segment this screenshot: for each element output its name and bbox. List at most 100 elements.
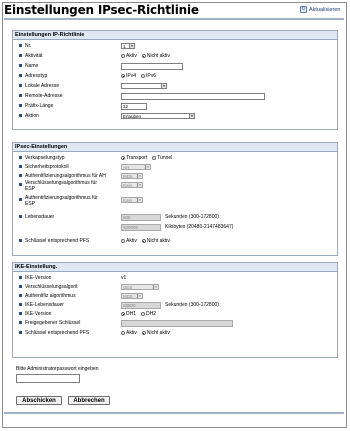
action-select[interactable]: Erlauben ▼ (121, 113, 195, 119)
transport-radio[interactable] (121, 156, 125, 160)
encap-label: Verkapselungstyp (25, 155, 65, 161)
local-address-select[interactable]: ▼ (121, 83, 167, 89)
ipv4-radio[interactable] (121, 74, 125, 78)
policy-section-heading: Einstellungen IP-Richtlinie (13, 31, 337, 40)
bullet-icon (19, 54, 22, 57)
bullet-icon (19, 215, 22, 218)
no-label: Nr. (25, 43, 32, 49)
row-activity: Aktivität Aktiv Nicht aktiv (13, 52, 337, 60)
bullet-icon (19, 156, 22, 159)
name-input[interactable] (121, 62, 183, 70)
dh2-radio[interactable] (141, 312, 146, 316)
remote-address-label: Remote-Adresse (25, 93, 63, 99)
bullet-icon (19, 165, 22, 168)
bullet-icon (19, 44, 22, 47)
address-type-label: Adresstyp (25, 73, 48, 79)
protocol-select[interactable]: AH ▼ (121, 164, 151, 170)
activity-label: Aktivität (25, 53, 43, 59)
auth-esp-label: Authentifizierungsalgorithmus für ESP (25, 195, 98, 207)
ike-ke-label: IKE-Version (25, 311, 52, 317)
ipsec-pfs-active-radio[interactable] (121, 239, 125, 243)
ike-enc-label: Verschlüsselungsalgorit (25, 284, 78, 290)
ike-lifetime-input[interactable]: 28800 (121, 301, 161, 309)
activity-active-radio[interactable] (121, 54, 125, 58)
password-input[interactable] (16, 374, 80, 383)
row-address-type: Adresstyp IPv4 IPv6 (13, 72, 337, 80)
ike-auth-label: Authentifiz algorithmus (25, 293, 76, 299)
password-label: Bitte Administratorpasswort eingeben (16, 366, 99, 372)
row-ike-ke: IKE-Version DH1 DH2 (13, 310, 337, 318)
row-ike-auth: Authentifiz algorithmus MD5 ▼ (13, 292, 337, 300)
row-action: Aktion Erlauben ▼ (13, 112, 337, 120)
ike-lifetime-note: Sekunden (300-172800) (165, 302, 219, 308)
ike-enc-select[interactable]: DES ▼ (121, 284, 159, 290)
bullet-icon (19, 84, 22, 87)
bullet-icon (19, 303, 22, 306)
bullet-icon (19, 64, 22, 67)
bullet-icon (19, 183, 22, 186)
row-ike-pfs: Schlüssel entsprechend PFS Aktiv Nicht a… (13, 329, 337, 337)
chevron-down-icon: ▼ (145, 164, 150, 169)
lifetime-seconds-input[interactable]: 600 (121, 213, 161, 221)
row-no: Nr. 1 ▼ (13, 42, 337, 50)
bullet-icon (19, 239, 22, 242)
activity-inactive-radio[interactable] (141, 54, 146, 58)
row-remote-address: Remote-Adresse (13, 92, 337, 100)
bullet-icon (19, 198, 22, 201)
ipsec-pfs-inactive-radio[interactable] (141, 239, 146, 243)
chevron-down-icon: ▼ (153, 284, 158, 289)
bullet-icon (19, 276, 22, 279)
chevron-down-icon: ▼ (137, 173, 142, 178)
bullet-icon (19, 285, 22, 288)
auth-esp-select[interactable]: Kein ▼ (121, 197, 143, 203)
row-name: Name (13, 62, 337, 70)
bullet-icon (19, 174, 22, 177)
tunnel-radio[interactable] (152, 156, 157, 160)
auth-ah-label: Authentifizierungsalgorithmus für AH (25, 173, 106, 179)
enc-esp-select[interactable]: Kein ▼ (121, 182, 143, 188)
bullet-icon (19, 104, 22, 107)
ike-section-heading: IKE-Einstellung. (13, 263, 337, 272)
bullet-icon (19, 114, 22, 117)
no-select[interactable]: 1 ▼ (121, 43, 135, 49)
ike-auth-select[interactable]: MD5 ▼ (121, 293, 143, 299)
lifetime-kb-input[interactable]: 100000 (121, 223, 161, 231)
chevron-down-icon: ▼ (137, 182, 142, 187)
ike-pfs-active-radio[interactable] (121, 331, 125, 335)
row-lifetime: Lebensdauer 600 Sekunden (300-172800) (13, 213, 337, 221)
prefix-label: Präfix-Länge (25, 103, 54, 109)
psk-label: Freigegebener Schlüssel (25, 320, 81, 326)
chevron-down-icon: ▼ (161, 83, 166, 88)
ipv6-radio[interactable] (141, 74, 146, 78)
bullet-icon (19, 74, 22, 77)
protocol-label: Sicherheitsprotokoll (25, 164, 69, 170)
chevron-down-icon: ▼ (129, 43, 134, 48)
row-protocol: Sicherheitsprotokoll AH ▼ (13, 163, 337, 171)
dh1-radio[interactable] (121, 312, 125, 316)
bullet-icon (19, 331, 22, 334)
bullet-icon (19, 94, 22, 97)
pfs-label: Schlüssel entsprechend PFS (25, 238, 90, 244)
refresh-button[interactable]: ↻ Aktualisieren (300, 6, 341, 13)
submit-button[interactable]: Abschicken (16, 396, 62, 405)
page-title: Einstellungen IPsec-Richtlinie (4, 3, 199, 17)
remote-address-input[interactable] (121, 92, 265, 100)
cancel-button[interactable]: Abbrechen (68, 396, 110, 405)
lifetime-kb-note: Kilobytes (20480-2147483647) (165, 224, 234, 230)
name-label: Name (25, 63, 39, 69)
ike-pfs-label: Schlüssel entsprechend PFS (25, 330, 90, 336)
bullet-icon (19, 321, 22, 324)
chevron-down-icon: ▼ (189, 113, 194, 118)
title-divider (4, 18, 344, 20)
row-ike-enc: Verschlüsselungsalgorit DES ▼ (13, 283, 337, 291)
ike-pfs-inactive-radio[interactable] (141, 331, 146, 335)
bullet-icon (19, 312, 22, 315)
prefix-input[interactable]: 32 (121, 102, 147, 110)
auth-ah-select[interactable]: MD5 ▼ (121, 173, 143, 179)
ipsec-section: IPsec-Einstellungen Verkapselungstyp Tra… (12, 142, 338, 256)
row-auth-ah: Authentifizierungsalgorithmus für AH MD5… (13, 172, 337, 180)
chevron-down-icon: ▼ (137, 197, 142, 202)
psk-input[interactable] (121, 319, 233, 327)
chevron-down-icon: ▼ (137, 293, 142, 298)
row-local-address: Lokale Adresse ▼ (13, 82, 337, 90)
